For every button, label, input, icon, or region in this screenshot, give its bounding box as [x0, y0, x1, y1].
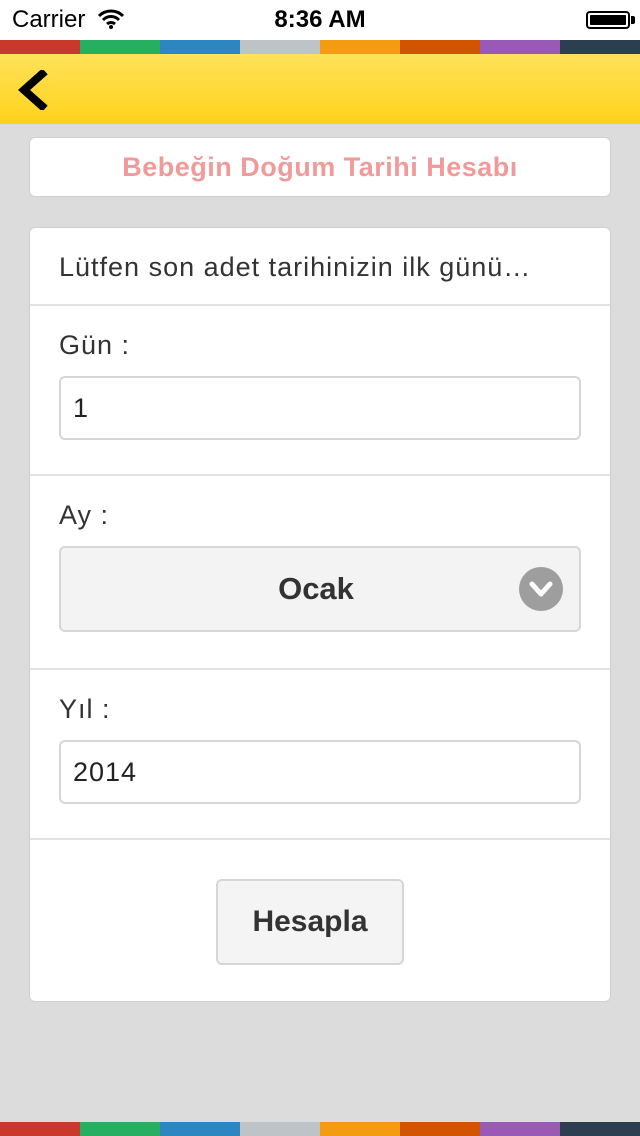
back-button[interactable]	[14, 68, 54, 112]
stripe-segment	[80, 1122, 160, 1136]
stripe-segment	[320, 40, 400, 54]
stripe-segment	[160, 1122, 240, 1136]
color-stripe-bottom	[0, 1122, 640, 1136]
title-card: Bebeğin Doğum Tarihi Hesabı	[29, 137, 611, 197]
stripe-segment	[80, 40, 160, 54]
month-section: Ay : Ocak	[30, 476, 610, 670]
form-card: Lütfen son adet tarihinizin ilk günü… Gü…	[29, 227, 611, 1002]
color-stripe-top	[0, 40, 640, 54]
navigation-bar	[0, 54, 640, 124]
stripe-segment	[240, 1122, 320, 1136]
page-title: Bebeğin Doğum Tarihi Hesabı	[122, 151, 518, 182]
stripe-segment	[480, 40, 560, 54]
chevron-left-icon	[17, 68, 48, 112]
stripe-segment	[240, 40, 320, 54]
stripe-segment	[560, 40, 640, 54]
status-bar: Carrier 8:36 AM	[0, 0, 640, 40]
stripe-segment	[480, 1122, 560, 1136]
month-selected-value: Ocak	[278, 571, 354, 606]
stripe-segment	[0, 1122, 80, 1136]
month-label: Ay :	[59, 500, 110, 530]
stripe-segment	[400, 1122, 480, 1136]
status-time: 8:36 AM	[274, 6, 366, 33]
month-select[interactable]: Ocak	[59, 546, 581, 632]
calculate-button[interactable]: Hesapla	[216, 879, 404, 965]
stripe-segment	[320, 1122, 400, 1136]
battery-tip	[631, 16, 635, 24]
chevron-down-icon	[519, 567, 563, 611]
day-label: Gün :	[59, 330, 131, 360]
day-section: Gün : 1	[30, 306, 610, 476]
stripe-segment	[560, 1122, 640, 1136]
battery-icon	[586, 11, 630, 29]
prompt-text: Lütfen son adet tarihinizin ilk günü…	[59, 252, 532, 282]
year-label: Yıl :	[59, 694, 111, 724]
year-section: Yıl : 2014	[30, 670, 610, 840]
stripe-segment	[400, 40, 480, 54]
year-input[interactable]: 2014	[59, 740, 581, 804]
stripe-segment	[160, 40, 240, 54]
day-input[interactable]: 1	[59, 376, 581, 440]
prompt-section: Lütfen son adet tarihinizin ilk günü…	[30, 228, 610, 306]
stripe-segment	[0, 40, 80, 54]
